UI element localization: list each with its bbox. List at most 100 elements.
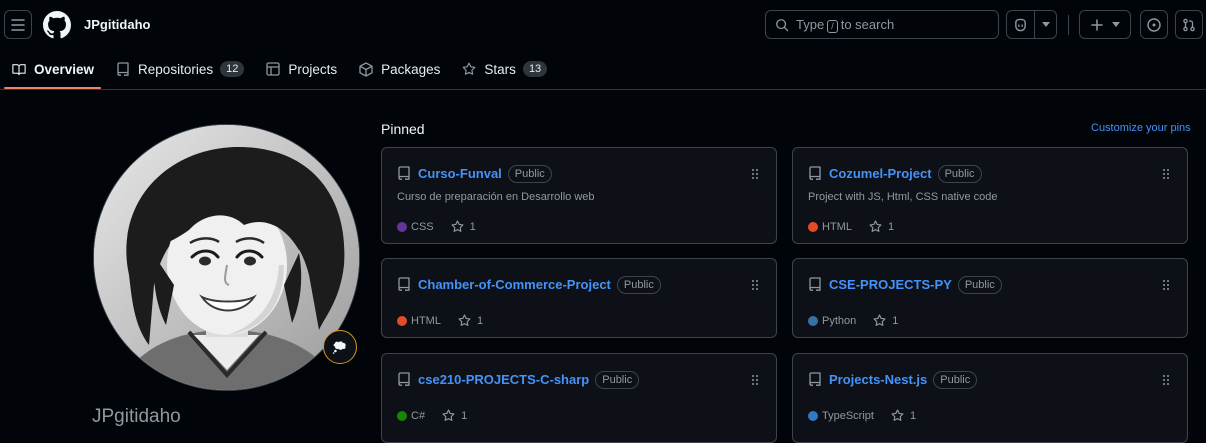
repo-icon xyxy=(809,166,822,180)
tab-stars[interactable]: Stars 13 xyxy=(454,52,554,86)
set-status-button[interactable] xyxy=(323,330,357,364)
drag-handle-icon[interactable] xyxy=(751,373,759,385)
repo-description: Project with JS, Html, CSS native code xyxy=(808,191,998,203)
repo-icon xyxy=(398,372,411,386)
create-new-button[interactable] xyxy=(1079,10,1131,39)
repo-description: Curso de preparación en Desarrollo web xyxy=(397,191,595,203)
pinned-heading: Pinned xyxy=(381,121,425,137)
avatar-illustration xyxy=(94,125,359,390)
repo-meta: C# 1 xyxy=(397,409,467,422)
star-icon xyxy=(891,409,904,422)
star-icon xyxy=(451,220,464,233)
issue-opened-icon xyxy=(1147,17,1161,32)
tab-label: Stars xyxy=(484,61,516,77)
package-icon xyxy=(358,61,374,77)
pinned-repo-card: Curso-Funval Public Curso de preparación e… xyxy=(381,147,777,244)
repo-meta: Python 1 xyxy=(808,314,898,327)
search-placeholder: Type / to search xyxy=(796,16,895,33)
repo-name-link[interactable]: CSE-PROJECTS-PY xyxy=(829,277,952,292)
drag-handle-icon[interactable] xyxy=(1162,278,1170,290)
repo-meta: CSS 1 xyxy=(397,220,476,233)
repo-meta: HTML 1 xyxy=(397,314,483,327)
stargazers-link[interactable]: 1 xyxy=(458,314,483,327)
repo-icon xyxy=(398,277,411,291)
search-icon xyxy=(776,18,789,31)
star-count: 1 xyxy=(469,220,476,233)
search-input[interactable]: Type / to search xyxy=(765,10,999,39)
repo-icon xyxy=(115,61,131,77)
menu-button[interactable] xyxy=(4,10,32,39)
pinned-repo-card: Cozumel-Project Public Project with JS, Ht… xyxy=(792,147,1188,244)
profile-login: JPgitidaho xyxy=(92,406,181,427)
app-header: JPgitidaho Type / to search Overview Rep… xyxy=(0,0,1206,90)
repo-language: HTML xyxy=(411,314,441,327)
repo-icon xyxy=(398,166,411,180)
repo-language: Python xyxy=(822,314,857,327)
star-count: 1 xyxy=(476,314,484,327)
divider xyxy=(1068,15,1069,35)
star-count: 1 xyxy=(892,314,899,327)
language-color-dot xyxy=(397,315,407,326)
tab-packages[interactable]: Packages xyxy=(351,52,447,86)
star-icon xyxy=(461,61,477,77)
drag-handle-icon[interactable] xyxy=(1162,167,1170,179)
drag-handle-icon[interactable] xyxy=(751,278,759,290)
pull-requests-button[interactable] xyxy=(1175,10,1203,39)
language-color-dot xyxy=(397,221,407,232)
visibility-badge: Public xyxy=(616,276,661,294)
star-count: 1 xyxy=(461,409,468,422)
language-color-dot xyxy=(397,410,407,421)
star-icon xyxy=(869,220,882,233)
star-icon xyxy=(873,314,886,327)
star-icon xyxy=(458,314,471,327)
repo-name-link[interactable]: Curso-Funval xyxy=(418,166,502,181)
repo-icon xyxy=(809,372,822,386)
star-count: 1 xyxy=(909,409,917,422)
repo-name-link[interactable]: cse210-PROJECTS-C-sharp xyxy=(418,372,589,387)
book-icon xyxy=(11,61,27,77)
tab-repositories[interactable]: Repositories 12 xyxy=(108,52,251,86)
repo-meta: TypeScript 1 xyxy=(808,409,916,422)
pinned-repo-card: cse210-PROJECTS-C-sharp Public C# 1 xyxy=(381,353,777,443)
drag-handle-icon[interactable] xyxy=(1162,373,1170,385)
language-color-dot xyxy=(808,221,818,232)
repo-name-link[interactable]: Projects-Nest.js xyxy=(829,372,927,387)
owner-name[interactable]: JPgitidaho xyxy=(84,17,150,32)
counter-badge: 12 xyxy=(220,61,245,77)
stargazers-link[interactable]: 1 xyxy=(442,409,467,422)
visibility-badge: Public xyxy=(595,371,640,389)
pinned-repo-card: Projects-Nest.js Public TypeScript 1 xyxy=(792,353,1188,443)
repo-language: HTML xyxy=(822,220,852,233)
customize-pins-link[interactable]: Customize your pins xyxy=(1091,122,1191,134)
visibility-badge: Public xyxy=(937,165,982,183)
chevron-down-icon xyxy=(1041,22,1050,27)
stargazers-link[interactable]: 1 xyxy=(869,220,894,233)
stargazers-link[interactable]: 1 xyxy=(451,220,476,233)
tab-label: Overview xyxy=(34,61,95,77)
stargazers-link[interactable]: 1 xyxy=(891,409,916,422)
copilot-button[interactable] xyxy=(1006,10,1057,39)
counter-badge: 13 xyxy=(522,61,548,77)
drag-handle-icon[interactable] xyxy=(751,167,759,179)
slash-key-hint: / xyxy=(827,19,838,33)
tab-overview[interactable]: Overview xyxy=(4,52,102,89)
visibility-badge: Public xyxy=(957,276,1002,294)
tab-projects[interactable]: Projects xyxy=(258,52,344,86)
tab-label: Repositories xyxy=(138,61,214,77)
language-color-dot xyxy=(808,410,818,421)
table-icon xyxy=(265,61,281,77)
repo-icon xyxy=(809,277,822,291)
repo-name-link[interactable]: Chamber-of-Commerce-Project xyxy=(418,277,611,292)
github-logo-icon[interactable] xyxy=(43,11,71,39)
tab-label: Projects xyxy=(288,61,338,77)
repo-language: TypeScript xyxy=(822,409,874,422)
pinned-repo-card: CSE-PROJECTS-PY Public Python 1 xyxy=(792,258,1188,338)
profile-tabs: Overview Repositories 12 Projects Packag… xyxy=(0,52,557,90)
avatar[interactable] xyxy=(93,124,360,391)
repo-name-link[interactable]: Cozumel-Project xyxy=(829,166,932,181)
stargazers-link[interactable]: 1 xyxy=(873,314,898,327)
visibility-badge: Public xyxy=(933,371,978,389)
pinned-repo-card: Chamber-of-Commerce-Project Public HTML 1 xyxy=(381,258,777,338)
issues-button[interactable] xyxy=(1140,10,1168,39)
star-count: 1 xyxy=(887,220,895,233)
